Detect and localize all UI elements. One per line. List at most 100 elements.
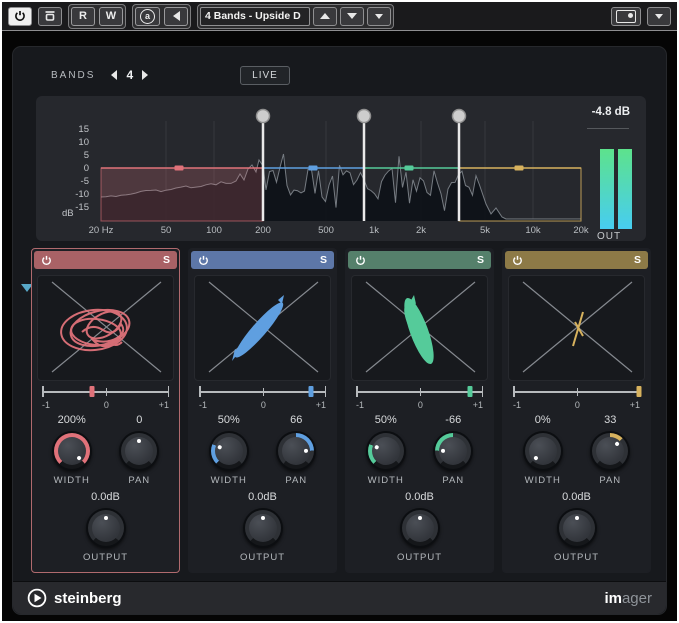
lissajous-trace — [230, 295, 288, 362]
preset-nav-group: a — [132, 4, 191, 29]
copy-ab-button[interactable] — [164, 7, 188, 26]
steinberg-logo-icon — [27, 588, 47, 608]
band-4-panel: S — [502, 248, 651, 573]
band-2-vectorscope — [194, 275, 331, 381]
solo-button[interactable]: S — [634, 254, 641, 266]
output-knob[interactable] — [243, 508, 283, 548]
previous-preset-button[interactable] — [313, 7, 337, 26]
power-icon[interactable] — [198, 255, 209, 266]
freq-tick-label: 50 — [161, 225, 172, 236]
pan-knob[interactable] — [590, 431, 630, 471]
plugin-footer: steinberg imager — [13, 581, 666, 614]
band-1-correlation-meter: -1 0 +1 — [42, 385, 169, 410]
width-knob[interactable] — [523, 431, 563, 471]
band-2-gain-handle[interactable] — [309, 166, 318, 171]
meter-mid-label: 0 — [104, 400, 109, 410]
plugin-window: R W a 4 Bands - Upside D BANDS 4 LIVE — [2, 2, 677, 621]
output-value: 0.0dB — [248, 491, 277, 506]
arrow-down-icon — [347, 13, 357, 19]
pan-knob[interactable] — [119, 431, 159, 471]
band-1-output-control: 0.0dB OUTPUT — [32, 486, 179, 563]
band-1-header: S — [34, 251, 177, 269]
activate-button[interactable] — [8, 7, 32, 26]
imager-plugin-body: BANDS 4 LIVE 151050-5-10-15 dB 20 Hz5010… — [12, 46, 667, 615]
meter-mid-label: 0 — [575, 400, 580, 410]
db-tick-label: 5 — [84, 150, 89, 161]
meter-min-label: -1 — [513, 400, 521, 410]
band-2-width-control: 50% WIDTH — [209, 414, 249, 486]
correlation-marker — [308, 386, 313, 397]
increase-bands-button[interactable] — [142, 70, 148, 80]
db-tick-label: -15 — [75, 202, 89, 213]
output-clip-line — [587, 128, 629, 129]
crossover-1-handle[interactable] — [257, 110, 270, 123]
brand-name: steinberg — [54, 590, 122, 607]
crossover-3-handle[interactable] — [453, 110, 466, 123]
power-icon[interactable] — [512, 255, 523, 266]
width-label: WIDTH — [368, 475, 404, 486]
output-knob[interactable] — [400, 508, 440, 548]
output-knob[interactable] — [86, 508, 126, 548]
freq-tick-label: 200 — [255, 225, 271, 236]
preset-selector: 4 Bands - Upside D — [197, 4, 394, 29]
freq-tick-label: 20 Hz — [89, 225, 114, 236]
solo-button[interactable]: S — [477, 254, 484, 266]
solo-button[interactable]: S — [163, 254, 170, 266]
output-knob[interactable] — [557, 508, 597, 548]
meter-max-label: +1 — [630, 400, 640, 410]
band-3-output-control: 0.0dB OUTPUT — [346, 486, 493, 563]
crossover-2-handle[interactable] — [358, 110, 371, 123]
a-setting-icon: a — [140, 9, 155, 24]
read-automation-button[interactable]: R — [71, 7, 95, 26]
bypass-button[interactable] — [38, 7, 62, 26]
snapshot-button[interactable] — [611, 7, 641, 26]
band-4-width-control: 0% WIDTH — [523, 414, 563, 486]
window-menu-button[interactable] — [647, 7, 671, 26]
output-value: 0.0dB — [405, 491, 434, 506]
output-meter — [600, 149, 632, 229]
preset-menu-button[interactable] — [367, 7, 391, 26]
power-icon[interactable] — [41, 255, 52, 266]
live-button[interactable]: LIVE — [240, 66, 290, 85]
db-tick-label: -10 — [75, 189, 89, 200]
pan-knob[interactable] — [433, 431, 473, 471]
arrow-up-icon — [320, 13, 330, 19]
band-2-header: S — [191, 251, 334, 269]
band-4-gain-handle[interactable] — [515, 166, 524, 171]
freq-tick-label: 100 — [206, 225, 222, 236]
power-icon[interactable] — [355, 255, 366, 266]
output-value: 0.0dB — [91, 491, 120, 506]
bands-label: BANDS — [51, 70, 95, 81]
freq-tick-label: 2k — [416, 225, 426, 236]
band-1-gain-handle[interactable] — [175, 166, 184, 171]
lissajous-trace — [399, 295, 440, 367]
pan-value: 66 — [290, 414, 302, 429]
width-label: WIDTH — [211, 475, 247, 486]
freq-tick-label: 20k — [573, 225, 588, 236]
band-panels: S — [31, 248, 652, 573]
ab-compare-button[interactable]: a — [135, 7, 160, 26]
pan-label: PAN — [442, 475, 464, 486]
decrease-bands-button[interactable] — [111, 70, 117, 80]
lissajous-trace — [59, 304, 133, 353]
db-tick-label: 0 — [84, 163, 89, 174]
solo-button[interactable]: S — [320, 254, 327, 266]
db-tick-label: -5 — [81, 176, 89, 187]
band-3-gain-handle[interactable] — [405, 166, 414, 171]
band-3-width-control: 50% WIDTH — [366, 414, 406, 486]
pan-value: 0 — [136, 414, 142, 429]
pan-label: PAN — [285, 475, 307, 486]
next-preset-button[interactable] — [340, 7, 364, 26]
preset-name-field[interactable]: 4 Bands - Upside D — [200, 7, 310, 26]
bypass-icon — [44, 10, 56, 22]
meter-mid-label: 0 — [418, 400, 423, 410]
width-knob[interactable] — [52, 431, 92, 471]
write-automation-button[interactable]: W — [99, 7, 123, 26]
band-2-output-control: 0.0dB OUTPUT — [189, 486, 336, 563]
pan-knob[interactable] — [276, 431, 316, 471]
band-3-panel: S — [345, 248, 494, 573]
band-3-header: S — [348, 251, 491, 269]
band-2-panel: S — [188, 248, 337, 573]
width-knob[interactable] — [209, 431, 249, 471]
width-knob[interactable] — [366, 431, 406, 471]
